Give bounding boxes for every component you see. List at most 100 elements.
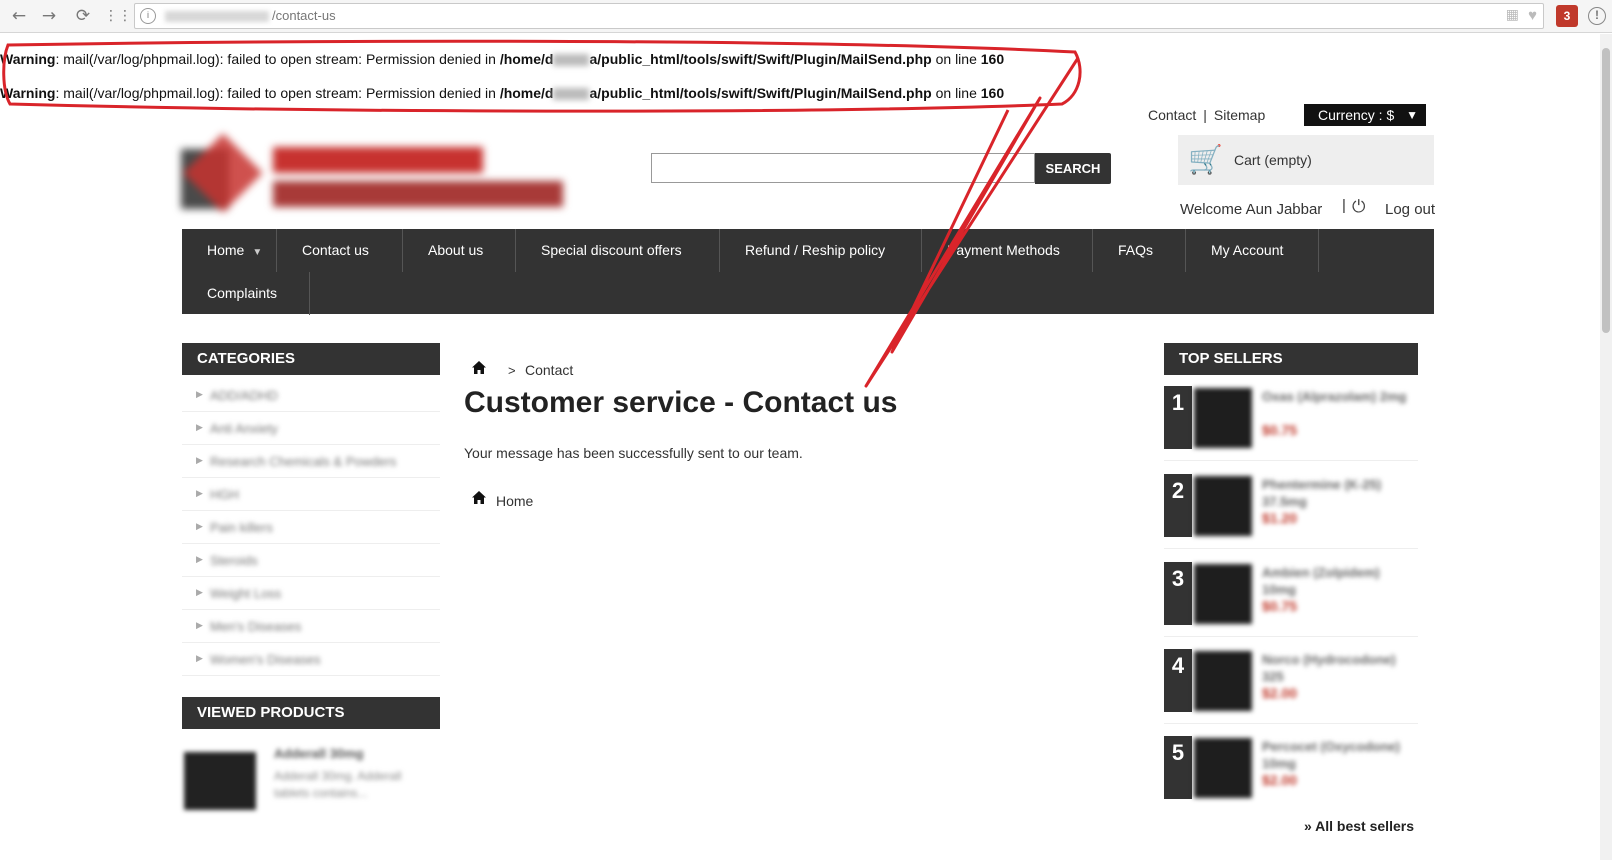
category-item[interactable]: ▶ Anti Anxiety [182, 412, 440, 445]
nav-item-my-account[interactable]: My Account [1186, 229, 1319, 272]
product-thumbnail[interactable] [1194, 564, 1252, 624]
product-name[interactable]: Adderall 30mg [274, 746, 364, 761]
viewed-product-item[interactable]: Adderall 30mg Adderall 30mg. Adderall ta… [182, 740, 440, 810]
product-name[interactable]: Percocet (Oxycodone) 10mg [1262, 738, 1412, 772]
bullet-icon: ▶ [196, 422, 203, 432]
all-best-sellers-link[interactable]: » All best sellers [1304, 818, 1414, 834]
warning-label: Warning [0, 51, 56, 67]
bullet-icon: ▶ [196, 587, 203, 597]
divider [1164, 636, 1418, 637]
nav-item-refund-policy[interactable]: Refund / Reship policy [720, 229, 922, 272]
bullet-icon: ▶ [196, 488, 203, 498]
scrollbar-thumb[interactable] [1602, 48, 1610, 333]
home-link[interactable]: Home [496, 493, 533, 509]
browser-toolbar: ← → ⟳ ⋮⋮ i /contact-us ▦ ♥ 3 ! [0, 0, 1612, 33]
category-label: Weight Loss [210, 586, 282, 601]
currency-label: Currency : $ [1318, 107, 1395, 123]
category-item[interactable]: ▶ Men's Diseases [182, 610, 440, 643]
category-item[interactable]: ▶ Weight Loss [182, 577, 440, 610]
warning-line-number: 160 [980, 85, 1005, 101]
top-seller-item[interactable]: 5 Percocet (Oxycodone) 10mg $2.00 [1164, 736, 1418, 824]
product-name[interactable]: Ambien (Zolpidem) 10mg [1262, 564, 1412, 598]
categories-title: CATEGORIES [182, 343, 440, 375]
divider [1164, 460, 1418, 461]
categories-list: ▶ ADD/ADHD ▶ Anti Anxiety ▶ Research Chemic… [182, 379, 440, 676]
product-thumbnail[interactable] [184, 752, 256, 810]
category-label: Anti Anxiety [210, 421, 278, 436]
product-name[interactable]: Oxas (Alprazolam) 2mg [1262, 388, 1412, 405]
category-label: Research Chemicals & Powders [210, 454, 397, 469]
logo-text-line [273, 147, 483, 173]
breadcrumb-separator: > [508, 363, 516, 378]
category-item[interactable]: ▶ ADD/ADHD [182, 379, 440, 412]
product-name[interactable]: Norco (Hydrocodone) 325 [1262, 651, 1412, 685]
logout-link[interactable]: Log out [1385, 201, 1435, 218]
cart-label: Cart (empty) [1234, 152, 1312, 168]
cart-box[interactable]: 🛒 Cart (empty) [1178, 135, 1434, 185]
product-thumbnail[interactable] [1194, 388, 1252, 448]
category-item[interactable]: ▶ Steroids [182, 544, 440, 577]
product-thumbnail[interactable] [1194, 476, 1252, 536]
divider [1164, 723, 1418, 724]
category-item[interactable]: ▶ Women's Diseases [182, 643, 440, 676]
top-seller-item[interactable]: 4 Norco (Hydrocodone) 325 $2.00 [1164, 649, 1418, 737]
top-seller-item[interactable]: 2 Phentermine (K-25) 37.5mg $1.20 [1164, 474, 1418, 562]
main-navigation: Home ▼ Contact us About us Special discou… [182, 229, 1434, 315]
currency-selector[interactable]: Currency : $ ▼ [1304, 104, 1426, 126]
breadcrumb-current: Contact [525, 362, 574, 378]
nav-item-home[interactable]: Home ▼ [182, 229, 277, 272]
bullet-icon: ▶ [196, 653, 203, 663]
power-icon[interactable]: ⏻ [1352, 197, 1365, 217]
link-separator: | [1203, 107, 1207, 123]
extension-icon[interactable]: 3 [1556, 5, 1578, 27]
product-name[interactable]: Phentermine (K-25) 37.5mg [1262, 476, 1412, 510]
product-price: $0.75 [1262, 598, 1298, 614]
category-item[interactable]: ▶ Pain killers [182, 511, 440, 544]
bullet-icon: ▶ [196, 521, 203, 531]
address-bar[interactable]: i /contact-us ▦ ♥ [134, 3, 1544, 29]
sitemap-link[interactable]: Sitemap [1214, 107, 1265, 123]
forward-icon[interactable]: → [38, 5, 60, 27]
scrollbar[interactable] [1600, 34, 1612, 860]
menu-icon[interactable]: ! [1588, 7, 1606, 25]
top-seller-item[interactable]: 1 Oxas (Alprazolam) 2mg $0.75 [1164, 386, 1418, 474]
cart-icon: 🛒 [1188, 143, 1223, 176]
bullet-icon: ▶ [196, 389, 203, 399]
nav-item-special-offers[interactable]: Special discount offers [516, 229, 720, 272]
nav-item-complaints[interactable]: Complaints [182, 272, 310, 315]
reload-icon[interactable]: ⟳ [72, 5, 94, 27]
rank-badge: 5 [1164, 736, 1192, 799]
category-item[interactable]: ▶ HGH [182, 478, 440, 511]
search-button[interactable]: SEARCH [1035, 153, 1111, 184]
annotation-arrow [864, 57, 1080, 388]
divider [1164, 548, 1418, 549]
product-price: $2.00 [1262, 685, 1298, 701]
rank-badge: 1 [1164, 386, 1192, 449]
bookmark-icon[interactable]: ♥ [1528, 7, 1537, 24]
home-icon[interactable] [472, 361, 486, 377]
contact-link[interactable]: Contact [1148, 107, 1196, 123]
product-price: $1.20 [1262, 510, 1298, 526]
site-logo[interactable] [181, 133, 571, 227]
bullet-icon: ▶ [196, 620, 203, 630]
nav-item-faqs[interactable]: FAQs [1093, 229, 1186, 272]
category-item[interactable]: ▶ Research Chemicals & Powders [182, 445, 440, 478]
product-thumbnail[interactable] [1194, 651, 1252, 711]
search-input[interactable] [651, 153, 1035, 183]
nav-item-contact-us[interactable]: Contact us [277, 229, 403, 272]
apps-icon[interactable]: ⋮⋮ [104, 5, 132, 27]
home-icon[interactable] [472, 491, 486, 507]
success-message: Your message has been successfully sent … [464, 445, 803, 461]
nav-item-about-us[interactable]: About us [403, 229, 516, 272]
site-info-icon[interactable]: i [140, 8, 156, 24]
nav-label: Home [207, 242, 245, 258]
category-label: Steroids [210, 553, 258, 568]
page-action-icon[interactable]: ▦ [1506, 6, 1519, 23]
nav-item-payment-methods[interactable]: Payment Methods [922, 229, 1093, 272]
top-seller-item[interactable]: 3 Ambien (Zolpidem) 10mg $0.75 [1164, 562, 1418, 650]
warning-path-suffix: a/public_html/tools/swift/Swift/Plugin/M… [589, 85, 932, 101]
category-label: ADD/ADHD [210, 388, 278, 403]
product-thumbnail[interactable] [1194, 738, 1252, 798]
warning-label: Warning [0, 85, 56, 101]
back-icon[interactable]: ← [8, 5, 30, 27]
